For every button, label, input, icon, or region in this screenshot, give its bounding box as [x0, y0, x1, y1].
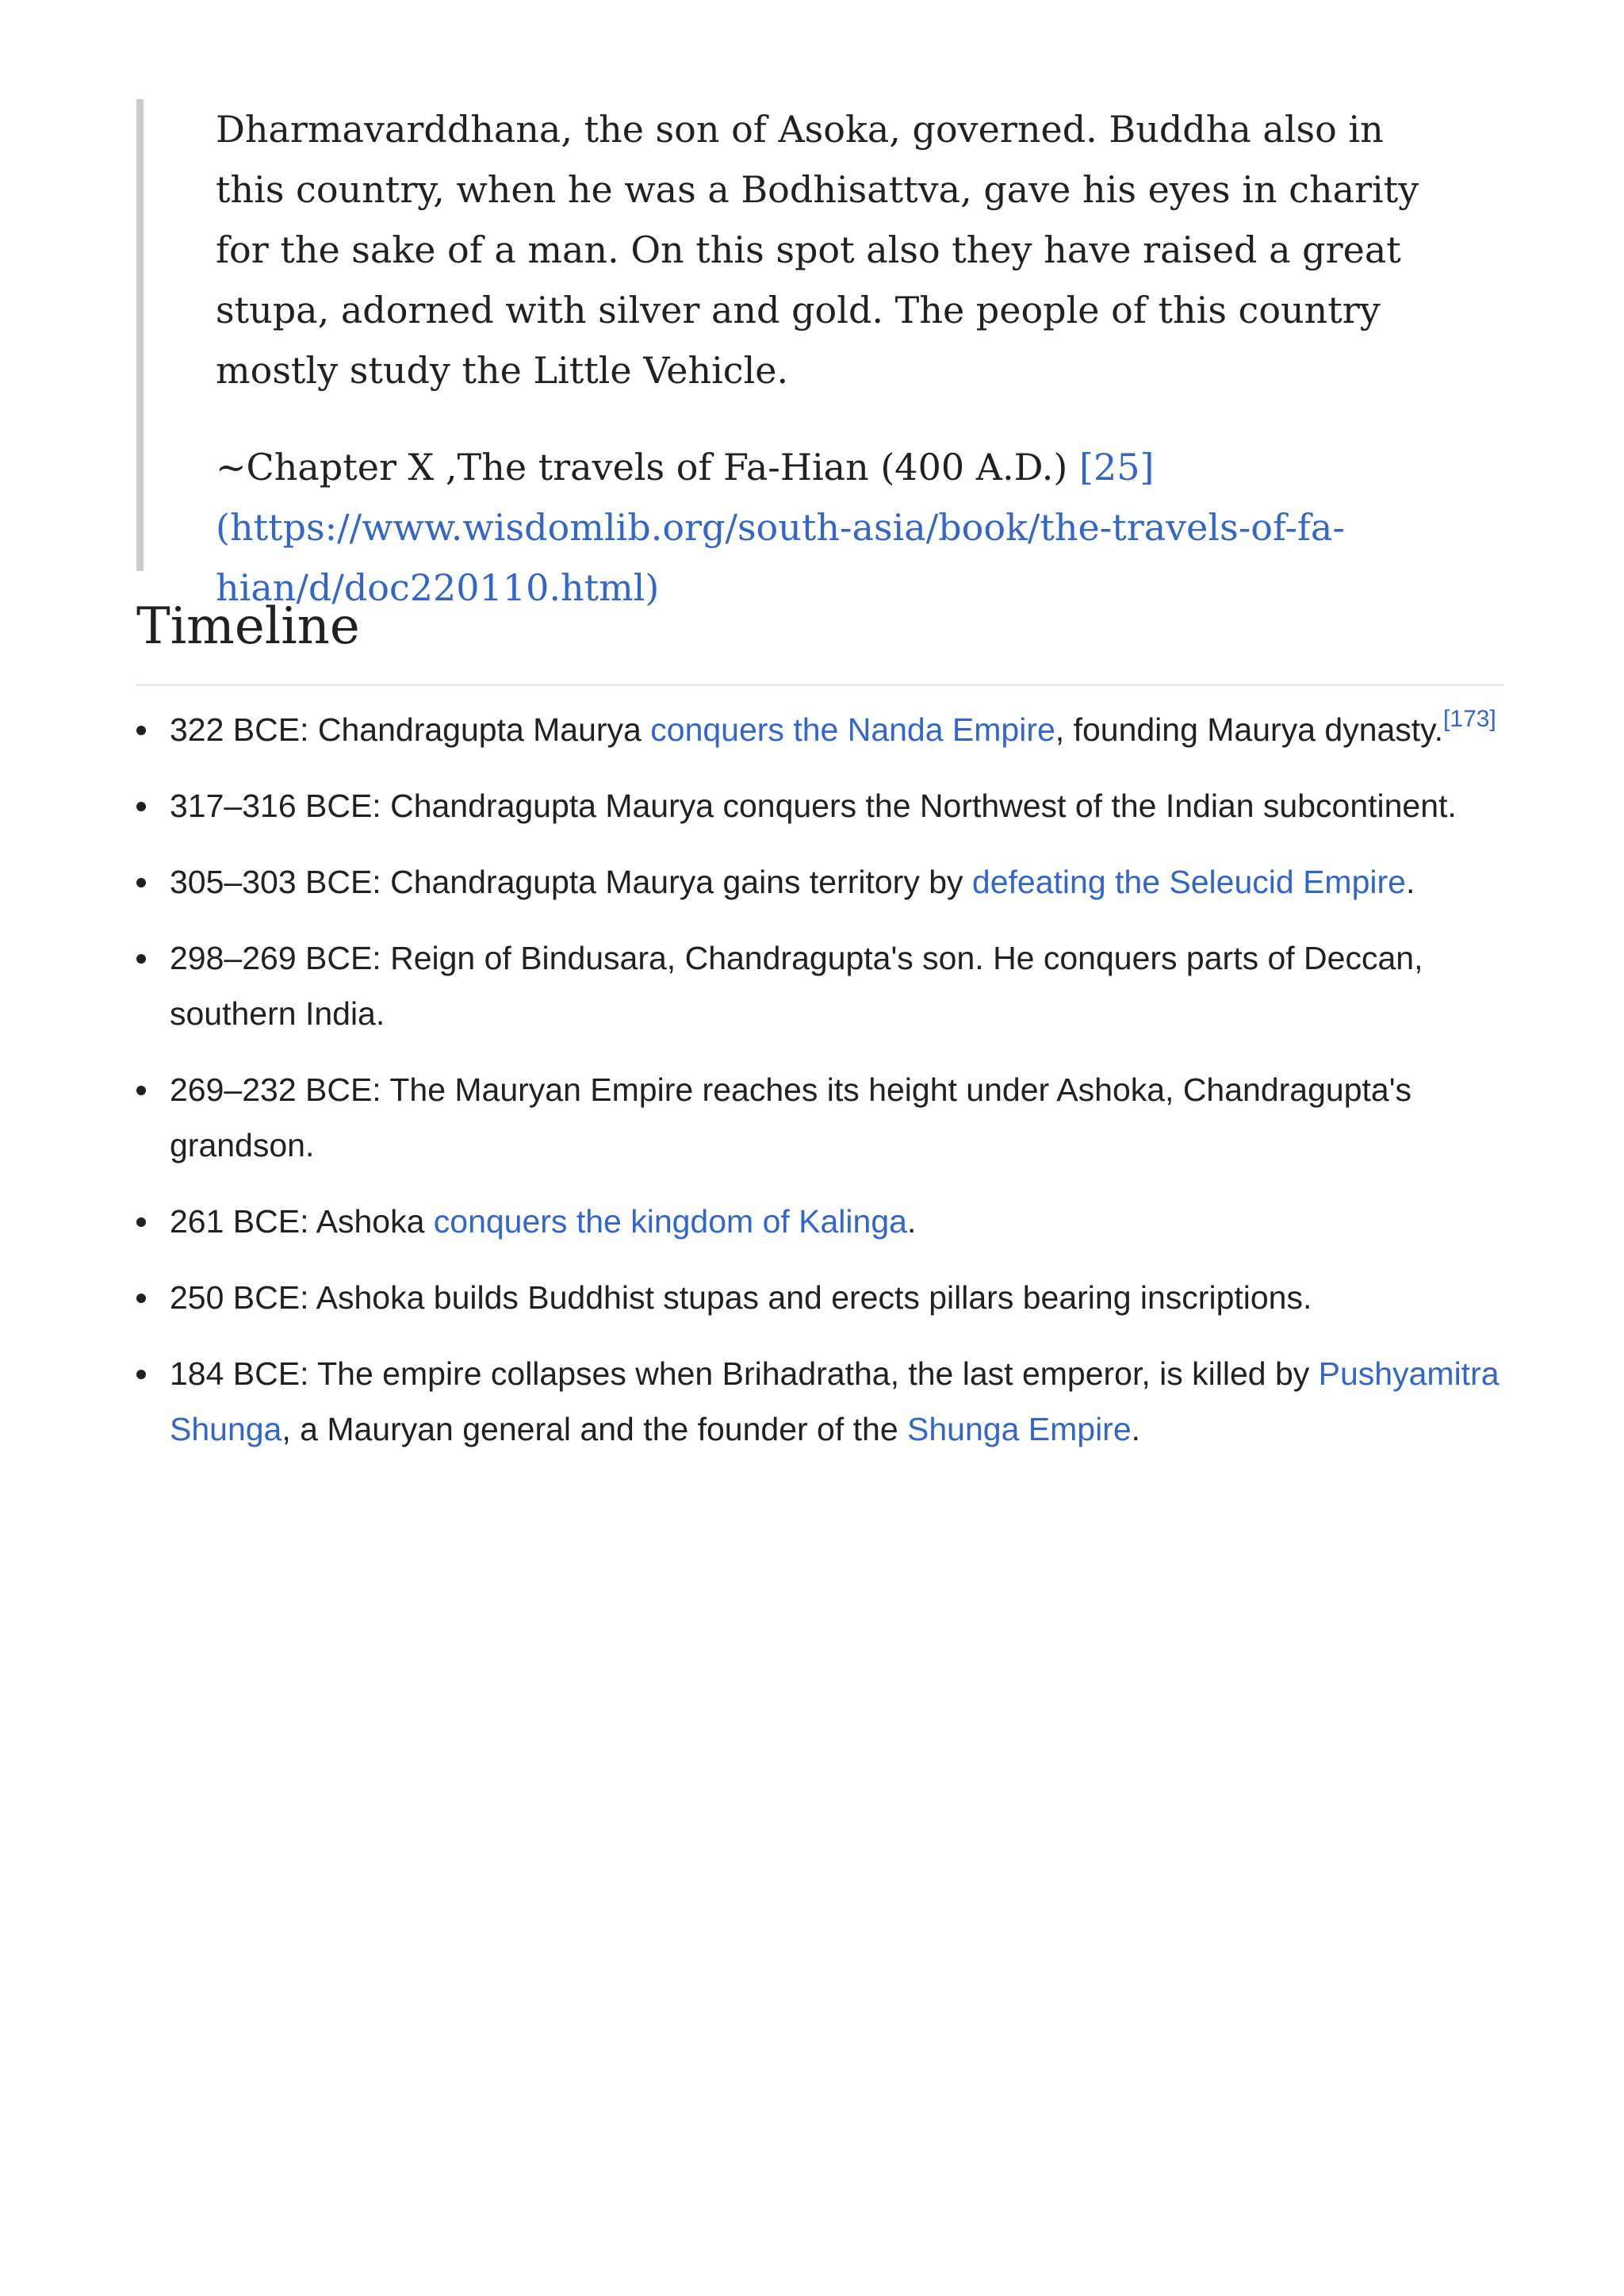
timeline-item: 317–316 BCE: Chandragupta Maurya conquer…	[136, 778, 1503, 834]
timeline-text: 261 BCE: Ashoka	[170, 1203, 434, 1240]
timeline-text: 250 BCE: Ashoka builds Buddhist stupas a…	[170, 1279, 1312, 1316]
bullet-icon	[136, 1370, 146, 1379]
timeline-list: 322 BCE: Chandragupta Maurya conquers th…	[136, 702, 1503, 1478]
timeline-text: , founding Maurya dynasty.	[1055, 711, 1444, 748]
timeline-text: 184 BCE: The empire collapses when Briha…	[170, 1355, 1319, 1392]
timeline-item: 250 BCE: Ashoka builds Buddhist stupas a…	[136, 1270, 1503, 1325]
timeline-link[interactable]: conquers the Nanda Empire	[650, 711, 1055, 748]
timeline-item: 298–269 BCE: Reign of Bindusara, Chandra…	[136, 930, 1503, 1041]
timeline-text: .	[906, 1203, 917, 1240]
bullet-icon	[136, 1294, 146, 1303]
timeline-text: 298–269 BCE: Reign of Bindusara, Chandra…	[170, 940, 1423, 1032]
timeline-text: 322 BCE: Chandragupta Maurya	[170, 711, 651, 748]
quote-text: Dharmavarddhana, the son of Asoka, gover…	[216, 108, 1419, 392]
timeline-link[interactable]: Shunga Empire	[907, 1411, 1132, 1447]
timeline-text: .	[1131, 1411, 1141, 1447]
citation-text: ~Chapter X ,The travels of Fa-Hian (400 …	[216, 446, 1079, 489]
timeline-text: 317–316 BCE: Chandragupta Maurya conquer…	[170, 788, 1457, 824]
bullet-icon	[136, 1086, 146, 1095]
section-heading-timeline: Timeline	[136, 591, 1503, 686]
timeline-text: 269–232 BCE: The Mauryan Empire reaches …	[170, 1071, 1412, 1163]
timeline-text: .	[1405, 864, 1415, 900]
reference-link[interactable]: [173]	[1443, 706, 1496, 732]
timeline-link[interactable]: defeating the Seleucid Empire	[972, 864, 1406, 900]
bullet-icon	[136, 726, 146, 735]
timeline-item: 305–303 BCE: Chandragupta Maurya gains t…	[136, 854, 1503, 910]
timeline-item: 269–232 BCE: The Mauryan Empire reaches …	[136, 1062, 1503, 1173]
bullet-icon	[136, 878, 146, 887]
timeline-text: 305–303 BCE: Chandragupta Maurya gains t…	[170, 864, 972, 900]
blockquote: Dharmavarddhana, the son of Asoka, gover…	[136, 99, 1503, 609]
timeline-item: 261 BCE: Ashoka conquers the kingdom of …	[136, 1194, 1503, 1249]
bullet-icon	[136, 954, 146, 964]
timeline-link[interactable]: conquers the kingdom of Kalinga	[434, 1203, 907, 1240]
timeline-item: 322 BCE: Chandragupta Maurya conquers th…	[136, 702, 1503, 757]
bullet-icon	[136, 802, 146, 811]
blockquote-body: Dharmavarddhana, the son of Asoka, gover…	[216, 99, 1453, 618]
timeline-text: , a Mauryan general and the founder of t…	[282, 1411, 908, 1447]
bullet-icon	[136, 1217, 146, 1227]
timeline-item: 184 BCE: The empire collapses when Briha…	[136, 1346, 1503, 1457]
